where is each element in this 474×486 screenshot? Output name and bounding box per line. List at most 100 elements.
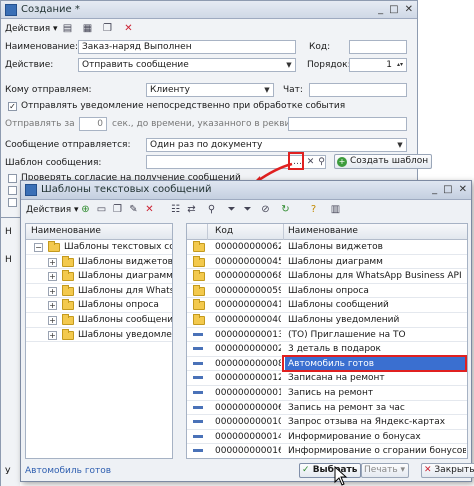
actions-menu[interactable]: Действия ▾ (5, 22, 58, 36)
table-row[interactable]: 000000000068 Шаблоны для WhatsApp Busines… (187, 269, 467, 284)
group-tree[interactable]: Наименование − Шаблоны текстовых сообщ +… (25, 223, 173, 459)
requisite-field[interactable] (288, 117, 407, 131)
template-label: Шаблон сообщения: (5, 158, 102, 168)
save-close-icon[interactable]: ▦ (81, 22, 94, 35)
add-folder-icon[interactable]: ▭ (95, 203, 108, 216)
delete-icon[interactable]: ✕ (122, 22, 135, 35)
expand-icon[interactable]: + (48, 257, 57, 267)
collapse-icon[interactable]: − (34, 243, 43, 252)
table-row[interactable]: 000000000016 Информирование о сгорании бо… (187, 444, 467, 458)
send-mode-label: Сообщение отправляется: (5, 140, 131, 150)
element-icon (193, 332, 203, 336)
table-row[interactable]: 000000000014 Информирование о бонусах (187, 430, 467, 445)
table-row[interactable]: 000000000040 Шаблоны уведомлений (187, 313, 467, 328)
move-icon[interactable]: ⇄ (185, 203, 198, 216)
pane-splitter[interactable] (177, 223, 183, 459)
delete-icon[interactable]: ✕ (143, 203, 156, 216)
clear-filter-icon[interactable]: ⊘ (259, 203, 272, 216)
actions-menu[interactable]: Действия ▾ (26, 203, 79, 217)
help-icon[interactable]: ? (307, 203, 320, 216)
refresh-icon[interactable]: ↻ (279, 203, 292, 216)
table-row[interactable]: 000000000010 Запрос отзыва на Яндекс-карт… (187, 415, 467, 430)
templates-list[interactable]: Код Наименование 000000000062 Шаблоны вид… (186, 223, 468, 459)
tree-root[interactable]: − Шаблоны текстовых сообщ (26, 240, 172, 255)
close-button[interactable]: ✕ Закрыть (421, 463, 474, 478)
templates-toolbar: Действия ▾ ⊕ ▭ ❐ ✎ ✕ ☷ ⇄ ⚲ ⏷ ⏷ ⊘ ↻ ? ▥ (21, 201, 471, 219)
cell-name: Запрос отзыва на Яндекс-картах (288, 417, 446, 428)
column-name[interactable]: Наименование (288, 226, 358, 236)
table-row[interactable]: 000000000001 Запись на ремонт (187, 386, 467, 401)
maximize-icon[interactable]: □ (389, 4, 398, 15)
chevron-down-icon[interactable]: ▼ (262, 85, 272, 95)
app-icon (5, 4, 17, 16)
table-row[interactable]: 000000000045 Шаблоны диаграмм (187, 255, 467, 270)
edit-icon[interactable]: ✎ (127, 203, 140, 216)
tree-item[interactable]: + Шаблоны диаграмм (26, 269, 172, 284)
cell-name: Запись на ремонт (288, 388, 374, 398)
print-button[interactable]: Печать ▾ (361, 463, 410, 478)
tree-item-label: Шаблоны сообщений (78, 315, 173, 325)
minimize-icon[interactable]: _ (432, 184, 437, 195)
tree-item[interactable]: + Шаблоны сообщений (26, 313, 172, 328)
row3-checkbox[interactable] (8, 198, 17, 207)
folder-icon (62, 284, 74, 296)
search-icon[interactable]: ⚲ (315, 156, 328, 169)
order-field[interactable]: 1 ▴▾ (349, 58, 407, 72)
table-row[interactable]: 000000000006 Запись на ремонт за час (187, 401, 467, 416)
table-row[interactable]: 000000000012 Записана на ремонт (187, 371, 467, 386)
element-icon (193, 347, 203, 351)
save-icon[interactable]: ▤ (61, 22, 74, 35)
hierarchy-icon[interactable]: ☷ (169, 203, 182, 216)
send-after-field[interactable]: 0 (79, 117, 107, 131)
copy-icon[interactable]: ❐ (111, 203, 124, 216)
columns-icon[interactable]: ▥ (329, 203, 342, 216)
stepper-icon[interactable]: ▴▾ (395, 60, 405, 70)
expand-icon[interactable]: + (48, 286, 57, 296)
select-button[interactable]: ✓ Выбрать (299, 463, 362, 478)
tree-item-label: Шаблоны диаграмм (78, 271, 173, 282)
name-label: Наименование: (5, 42, 78, 52)
find-icon[interactable]: ⚲ (205, 203, 218, 216)
tree-root-label: Шаблоны текстовых сообщ (64, 242, 172, 252)
filter-list-icon[interactable]: ⏷ (241, 203, 254, 216)
cell-code: 000000000001 (215, 388, 281, 398)
tree-item[interactable]: + Шаблоны для Whats (26, 284, 172, 299)
chat-field[interactable] (309, 83, 407, 97)
table-row[interactable]: 000000000041 Шаблоны сообщений (187, 298, 467, 313)
create-template-button[interactable]: + Создать шаблон (334, 154, 433, 169)
code-label: Код: (309, 42, 331, 52)
tree-item[interactable]: + Шаблоны виджетов (26, 255, 172, 270)
cell-name: Шаблоны сообщений (288, 300, 389, 311)
expand-icon[interactable]: + (48, 316, 57, 325)
table-row[interactable]: 000000000008 Автомобиль готов (187, 354, 467, 373)
maximize-icon[interactable]: □ (443, 184, 452, 195)
close-icon[interactable]: ✕ (459, 184, 467, 195)
tree-item[interactable]: + Шаблоны опроса (26, 298, 172, 313)
tree-item-label: Шаблоны для Whats (78, 285, 173, 296)
code-field[interactable] (349, 40, 407, 54)
tree-item[interactable]: + Шаблоны уведомлени (26, 328, 172, 343)
table-row[interactable]: 000000000059 Шаблоны опроса (187, 284, 467, 299)
chevron-down-icon[interactable]: ▼ (284, 60, 294, 70)
send-mode-select[interactable]: Один раз по документу ▼ (146, 138, 407, 152)
send-to-select[interactable]: Клиенту ▼ (146, 83, 274, 97)
column-code[interactable]: Код (215, 226, 233, 236)
expand-icon[interactable]: + (48, 301, 57, 311)
row2-checkbox[interactable] (8, 186, 17, 195)
table-row[interactable]: 000000000062 Шаблоны виджетов (187, 240, 467, 255)
name-field[interactable]: Заказ-наряд Выполнен (78, 40, 296, 54)
expand-icon[interactable]: + (48, 330, 57, 340)
action-select[interactable]: Отправить сообщение ▼ (78, 58, 296, 72)
close-icon[interactable]: ✕ (405, 4, 413, 15)
notify-immediately-checkbox[interactable]: ✓ (8, 102, 17, 111)
add-icon[interactable]: ⊕ (79, 203, 92, 216)
chevron-down-icon[interactable]: ▼ (395, 140, 405, 150)
consent-checkbox[interactable] (8, 174, 17, 183)
filter-icon[interactable]: ⏷ (225, 203, 238, 216)
table-row[interactable]: 000000000013 (ТО) Приглашение на ТО (187, 328, 467, 343)
expand-icon[interactable]: + (48, 272, 57, 282)
copy-icon[interactable]: ❐ (101, 22, 114, 35)
element-icon (193, 391, 203, 394)
folder-icon (193, 314, 205, 325)
minimize-icon[interactable]: _ (378, 4, 383, 15)
